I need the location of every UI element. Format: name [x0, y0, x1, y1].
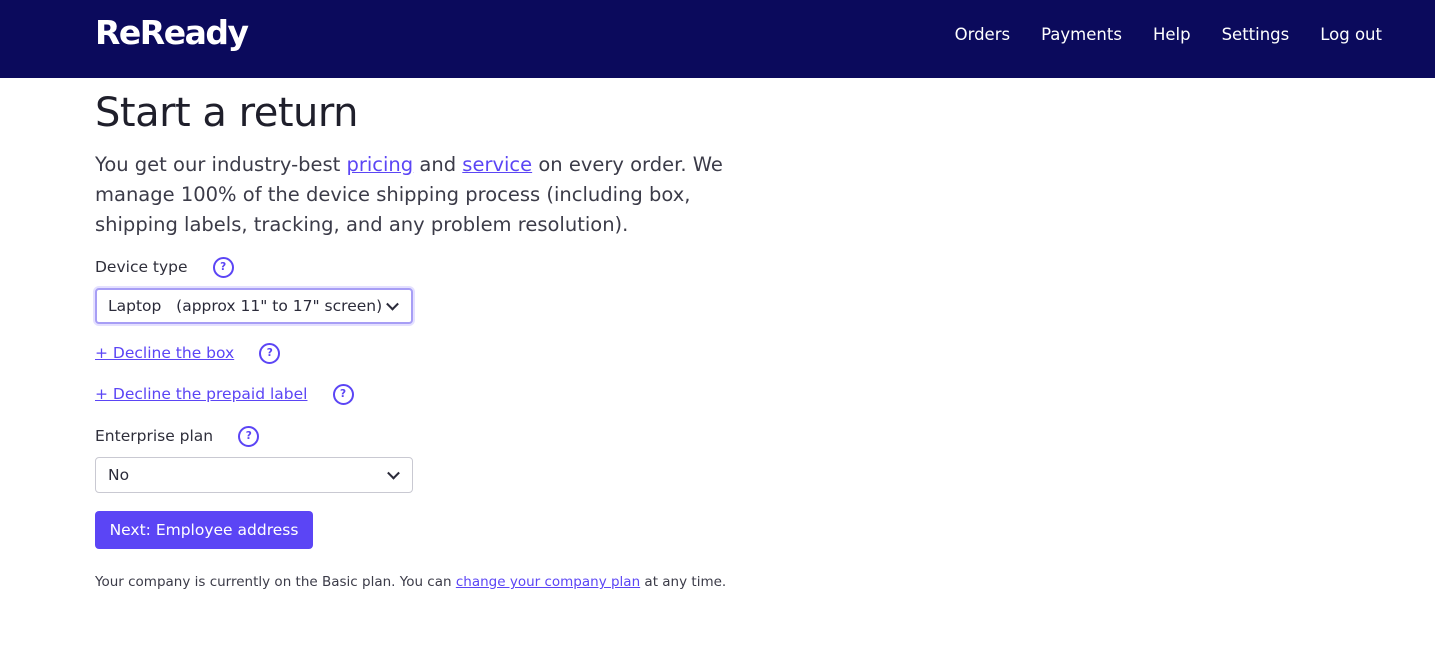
chevron-down-icon — [386, 297, 399, 311]
main-nav: Orders Payments Help Settings Log out — [924, 25, 1382, 44]
enterprise-plan-value: No — [108, 466, 130, 484]
enterprise-plan-label: Enterprise plan — [95, 427, 214, 445]
logo[interactable]: ReReady — [95, 13, 249, 52]
nav-payments[interactable]: Payments — [1041, 25, 1122, 44]
intro-text-middle: and — [413, 153, 463, 176]
page-title: Start a return — [95, 90, 358, 136]
enterprise-plan-select[interactable]: No — [95, 457, 413, 493]
device-type-label: Device type — [95, 258, 188, 276]
intro-text-start: You get our industry-best — [95, 153, 347, 176]
nav-log-out[interactable]: Log out — [1320, 25, 1382, 44]
nav-help[interactable]: Help — [1153, 25, 1191, 44]
help-icon[interactable]: ? — [212, 257, 234, 278]
footnote-text-end: at any time. — [640, 574, 727, 590]
change-plan-link[interactable]: change your company plan — [456, 574, 640, 590]
device-type-label-row: Device type ? — [95, 257, 234, 278]
nav-settings[interactable]: Settings — [1222, 25, 1290, 44]
next-employee-address-button[interactable]: Next: Employee address — [95, 511, 313, 549]
nav-orders[interactable]: Orders — [955, 25, 1011, 44]
decline-box-row: + Decline the box ? — [95, 343, 281, 364]
device-type-value: Laptop (approx 11" to 17" screen) — [108, 297, 383, 315]
footnote-text-start: Your company is currently on the Basic p… — [95, 574, 456, 590]
help-icon[interactable]: ? — [259, 343, 281, 364]
main-content: Start a return You get our industry-best… — [95, 90, 755, 590]
help-icon[interactable]: ? — [332, 384, 354, 405]
decline-box-link[interactable]: + Decline the box — [95, 344, 234, 362]
help-icon[interactable]: ? — [238, 426, 260, 447]
decline-prepaid-label-link[interactable]: + Decline the prepaid label — [95, 385, 307, 403]
plan-footnote: Your company is currently on the Basic p… — [95, 572, 735, 594]
decline-label-row: + Decline the prepaid label ? — [95, 384, 354, 405]
device-type-select[interactable]: Laptop (approx 11" to 17" screen) — [95, 288, 413, 324]
service-link[interactable]: service — [462, 153, 532, 176]
chevron-down-icon — [387, 466, 400, 480]
enterprise-plan-label-row: Enterprise plan ? — [95, 426, 260, 447]
intro-text: You get our industry-best pricing and se… — [95, 150, 755, 240]
top-navigation-bar: ReReady Orders Payments Help Settings Lo… — [0, 0, 1435, 78]
pricing-link[interactable]: pricing — [346, 153, 413, 176]
